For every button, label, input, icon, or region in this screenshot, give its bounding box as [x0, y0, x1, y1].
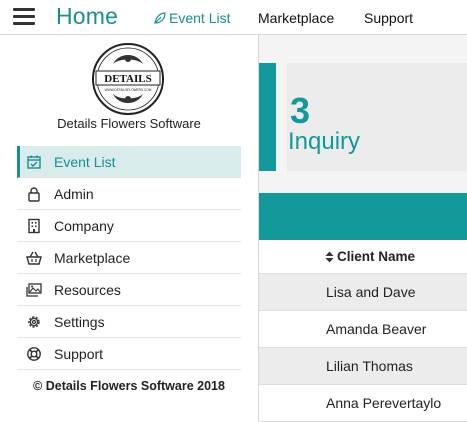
nav-support[interactable]: Support — [364, 10, 413, 26]
table-row[interactable]: Amanda Beaver — [259, 311, 467, 348]
sidebar-item-company[interactable]: Company — [17, 210, 241, 242]
top-bar: Home Event List Marketplace Support — [0, 0, 467, 35]
client-name-cell: Anna Perevertaylo — [326, 395, 442, 411]
main-content: 3 Inquiry Client Name Lisa and Dave Aman… — [259, 35, 467, 422]
sort-icon — [325, 251, 334, 263]
building-icon — [26, 218, 42, 234]
svg-text:DETAILS: DETAILS — [104, 73, 151, 85]
sidebar-item-label: Admin — [54, 185, 94, 202]
sidebar-item-resources[interactable]: Resources — [17, 274, 241, 306]
sidebar-item-label: Support — [54, 345, 104, 362]
sidebar: DETAILS WWW.DETAILSFLOWERS.COM Details F… — [0, 35, 259, 422]
column-header-label: Client Name — [337, 249, 416, 264]
client-name-cell: Lilian Thomas — [326, 358, 413, 374]
sidebar-item-marketplace[interactable]: Marketplace — [17, 242, 241, 274]
basket-icon — [26, 250, 42, 266]
sidebar-item-event-list[interactable]: Event List — [17, 146, 241, 178]
gear-icon — [26, 314, 42, 330]
stat-card-partial — [259, 63, 276, 171]
nav-event-list-label: Event List — [169, 10, 231, 26]
sidebar-item-label: Settings — [54, 313, 105, 330]
page-title: Home — [56, 3, 119, 29]
column-header-client-name[interactable]: Client Name — [259, 240, 467, 274]
inquiry-label: Inquiry — [288, 128, 361, 155]
sidebar-item-label: Event List — [54, 153, 116, 170]
nav-marketplace[interactable]: Marketplace — [258, 10, 334, 26]
sidebar-item-label: Marketplace — [54, 249, 131, 266]
sidebar-item-label: Company — [54, 217, 114, 234]
client-name-cell: Amanda Beaver — [326, 321, 427, 337]
sidebar-item-admin[interactable]: Admin — [17, 178, 241, 210]
table-header-banner — [259, 193, 467, 240]
hamburger-menu-icon[interactable] — [13, 8, 35, 26]
calendar-check-icon — [26, 154, 42, 170]
sidebar-item-settings[interactable]: Settings — [17, 306, 241, 338]
details-logo: DETAILS WWW.DETAILSFLOWERS.COM — [92, 43, 164, 115]
svg-text:WWW.DETAILSFLOWERS.COM: WWW.DETAILSFLOWERS.COM — [105, 88, 152, 92]
sidebar-menu: Event List Admin Company Marketplace Res… — [17, 146, 241, 370]
table-row[interactable]: Lisa and Dave — [259, 274, 467, 311]
table-row[interactable]: Anna Perevertaylo — [259, 385, 467, 422]
sidebar-item-support[interactable]: Support — [17, 338, 241, 370]
client-table: Client Name Lisa and Dave Amanda Beaver … — [259, 240, 467, 422]
leaf-icon — [154, 12, 166, 24]
sidebar-item-label: Resources — [54, 281, 121, 298]
images-icon — [26, 282, 42, 298]
company-name: Details Flowers Software — [57, 116, 201, 131]
lifebuoy-icon — [26, 346, 42, 362]
client-name-cell: Lisa and Dave — [326, 284, 416, 300]
table-row[interactable]: Lilian Thomas — [259, 348, 467, 385]
lock-icon — [26, 186, 42, 202]
inquiry-count: 3 — [290, 90, 311, 131]
nav-event-list[interactable]: Event List — [154, 10, 230, 26]
copyright: © Details Flowers Software 2018 — [33, 379, 225, 393]
